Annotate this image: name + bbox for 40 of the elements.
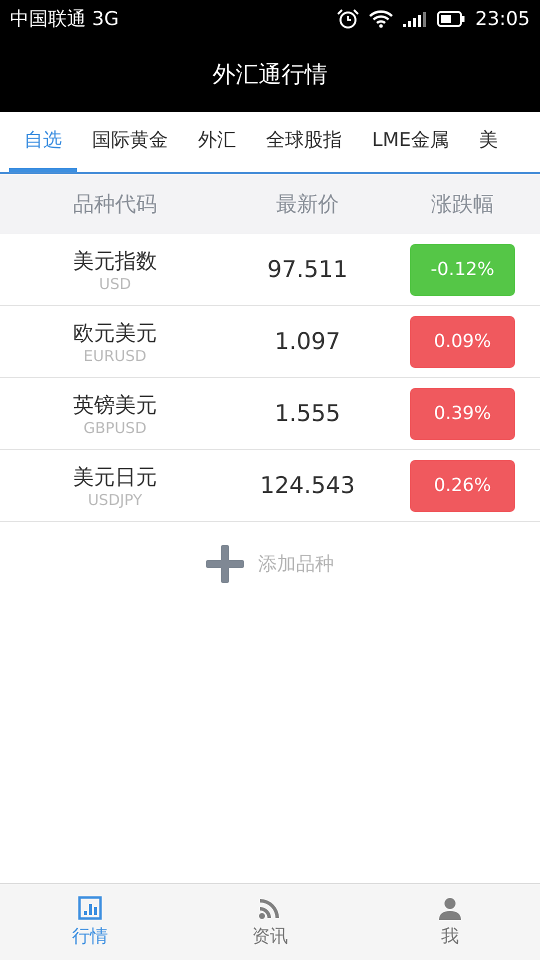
instrument-code: EURUSD: [84, 346, 146, 364]
nav-label: 我: [441, 925, 459, 948]
battery-icon: [437, 10, 466, 26]
column-header: 最新价: [276, 191, 339, 218]
instrument-name: 美元指数: [73, 248, 157, 274]
price-value: 1.555: [274, 400, 340, 426]
plus-icon[interactable]: [206, 545, 244, 583]
category-tab[interactable]: 外汇: [183, 112, 251, 172]
category-tab[interactable]: 国际黄金: [77, 112, 183, 172]
change-badge: -0.12%: [410, 244, 515, 296]
user-icon: [438, 896, 462, 920]
price-value: 97.511: [267, 256, 348, 282]
instrument-code: GBPUSD: [83, 418, 146, 436]
app-title: 外汇通行情: [212, 61, 328, 90]
nav-tab[interactable]: 我: [360, 884, 540, 960]
nav-label: 行情: [72, 925, 108, 948]
column-header: 品种代码: [73, 191, 157, 218]
bar-chart-icon: [78, 896, 102, 920]
instrument-code: USD: [98, 274, 132, 292]
price-value: 1.097: [274, 328, 340, 354]
category-tab[interactable]: LME金属: [357, 112, 464, 172]
rss-feed-icon: [258, 896, 282, 920]
carrier-text: 中国联通 3G: [10, 6, 119, 32]
clock-text: 23:05: [475, 8, 530, 30]
instrument-name: 欧元美元: [73, 320, 157, 346]
change-badge: 0.39%: [410, 388, 515, 440]
signal-icon: [403, 10, 428, 26]
change-badge: 0.26%: [410, 460, 515, 512]
category-tab[interactable]: 全球股指: [251, 112, 357, 172]
nav-label: 资讯: [252, 925, 288, 948]
instrument-name: 英镑美元: [73, 392, 157, 418]
wifi-icon: [369, 10, 394, 28]
instrument-code: USDJPY: [88, 490, 142, 508]
nav-tab[interactable]: 资讯: [180, 884, 360, 960]
alarm-clock-icon: [337, 8, 360, 28]
change-badge: 0.09%: [410, 316, 515, 368]
category-tab[interactable]: 美: [464, 112, 513, 172]
price-value: 124.543: [260, 472, 356, 498]
column-header: 涨跌幅: [431, 191, 494, 218]
instrument-name: 美元日元: [73, 464, 157, 490]
